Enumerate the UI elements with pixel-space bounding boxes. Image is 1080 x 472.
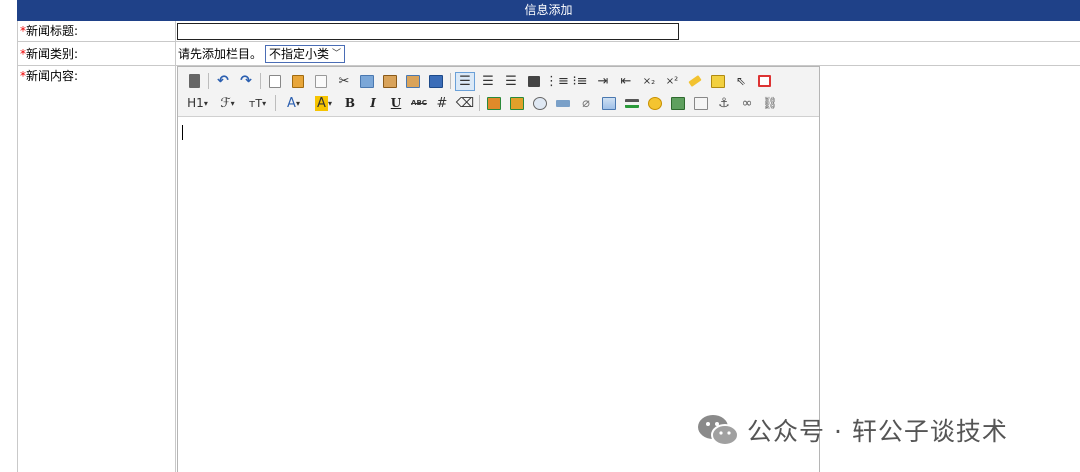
wechat-logo-icon: [697, 413, 739, 447]
image-icon[interactable]: [484, 94, 504, 113]
ordered-list-icon[interactable]: ⋮≡: [545, 72, 569, 91]
heading-select[interactable]: H1 ▾: [184, 94, 211, 113]
preview-icon[interactable]: [265, 72, 285, 91]
outdent-icon[interactable]: ⇤: [616, 72, 636, 91]
emoticon-icon[interactable]: [645, 94, 665, 113]
editor-toolbar: ↶ ↷ ✂ ☰ ☰ ☰ ⋮≡ ⁝≡ ⇥ ⇤ ×₂ ×² ⇖ H1 ▾ ℱ ▾ т…: [178, 67, 819, 117]
template-icon[interactable]: [288, 72, 308, 91]
category-label: *新闻类别:: [18, 42, 176, 65]
new-doc-icon[interactable]: [311, 72, 331, 91]
attachment-icon[interactable]: ⌀: [576, 94, 596, 113]
special-char-icon[interactable]: [668, 94, 688, 113]
page-break-icon[interactable]: [691, 94, 711, 113]
paste-word-icon[interactable]: [426, 72, 446, 91]
source-icon[interactable]: [184, 72, 204, 91]
category-select[interactable]: 不指定小类 ﹀: [265, 45, 345, 63]
chevron-down-icon: ﹀: [331, 49, 341, 59]
link-icon[interactable]: ∞: [737, 94, 757, 113]
table-icon[interactable]: [599, 94, 619, 113]
select-all-icon[interactable]: [708, 72, 728, 91]
paste-icon[interactable]: [380, 72, 400, 91]
unlink-icon[interactable]: ⛓: [760, 94, 780, 113]
underline-button[interactable]: U: [386, 94, 406, 113]
eraser-icon[interactable]: ⌫: [455, 94, 475, 113]
category-hint: 请先添加栏目。: [178, 47, 263, 61]
page-header: 信息添加: [17, 0, 1080, 21]
hilitecolor-button[interactable]: A ▾: [310, 94, 337, 113]
align-right-icon[interactable]: ☰: [501, 72, 521, 91]
paste-text-icon[interactable]: [403, 72, 423, 91]
watermark: 公众号 · 轩公子谈技术: [697, 412, 1008, 448]
cut-icon[interactable]: ✂: [334, 72, 354, 91]
clear-format-icon[interactable]: [685, 72, 705, 91]
pointer-icon[interactable]: ⇖: [731, 72, 751, 91]
redo-icon[interactable]: ↷: [236, 72, 256, 91]
page-title: 信息添加: [524, 3, 573, 17]
form-row-title: *新闻标题:: [17, 21, 1080, 42]
title-input[interactable]: [177, 23, 679, 40]
grid-icon[interactable]: #: [432, 94, 452, 113]
font-size-select[interactable]: тT ▾: [244, 94, 271, 113]
italic-button[interactable]: I: [363, 94, 383, 113]
toolbar-row-2: H1 ▾ ℱ ▾ тT ▾ A ▾ A ▾ B I U ABC # ⌫ ⌀ ⚓ …: [184, 92, 783, 114]
media-icon[interactable]: [530, 94, 550, 113]
title-label: *新闻标题:: [18, 21, 176, 41]
indent-icon[interactable]: ⇥: [593, 72, 613, 91]
subscript-icon[interactable]: ×₂: [639, 72, 659, 91]
bold-button[interactable]: B: [340, 94, 360, 113]
copy-icon[interactable]: [357, 72, 377, 91]
undo-icon[interactable]: ↶: [213, 72, 233, 91]
text-caret: [182, 125, 183, 140]
content-label: *新闻内容:: [18, 66, 176, 472]
strikethrough-button[interactable]: ABC: [409, 94, 429, 113]
font-family-select[interactable]: ℱ ▾: [214, 94, 241, 113]
form-row-category: *新闻类别: 请先添加栏目。 不指定小类 ﹀: [17, 42, 1080, 66]
forecolor-button[interactable]: A ▾: [280, 94, 307, 113]
superscript-icon[interactable]: ×²: [662, 72, 682, 91]
anchor-icon[interactable]: ⚓: [714, 94, 734, 113]
align-center-icon[interactable]: ☰: [478, 72, 498, 91]
justify-icon[interactable]: [524, 72, 544, 91]
horizontal-rule-icon[interactable]: [622, 94, 642, 113]
align-left-icon[interactable]: ☰: [455, 71, 475, 91]
unordered-list-icon[interactable]: ⁝≡: [570, 72, 590, 91]
watermark-text: 公众号 · 轩公子谈技术: [747, 417, 1008, 446]
fullscreen-icon[interactable]: [754, 72, 774, 91]
flash-icon[interactable]: [507, 94, 527, 113]
link-media-icon[interactable]: [553, 94, 573, 113]
toolbar-row-1: ↶ ↷ ✂ ☰ ☰ ☰ ⋮≡ ⁝≡ ⇥ ⇤ ×₂ ×² ⇖: [184, 70, 777, 92]
